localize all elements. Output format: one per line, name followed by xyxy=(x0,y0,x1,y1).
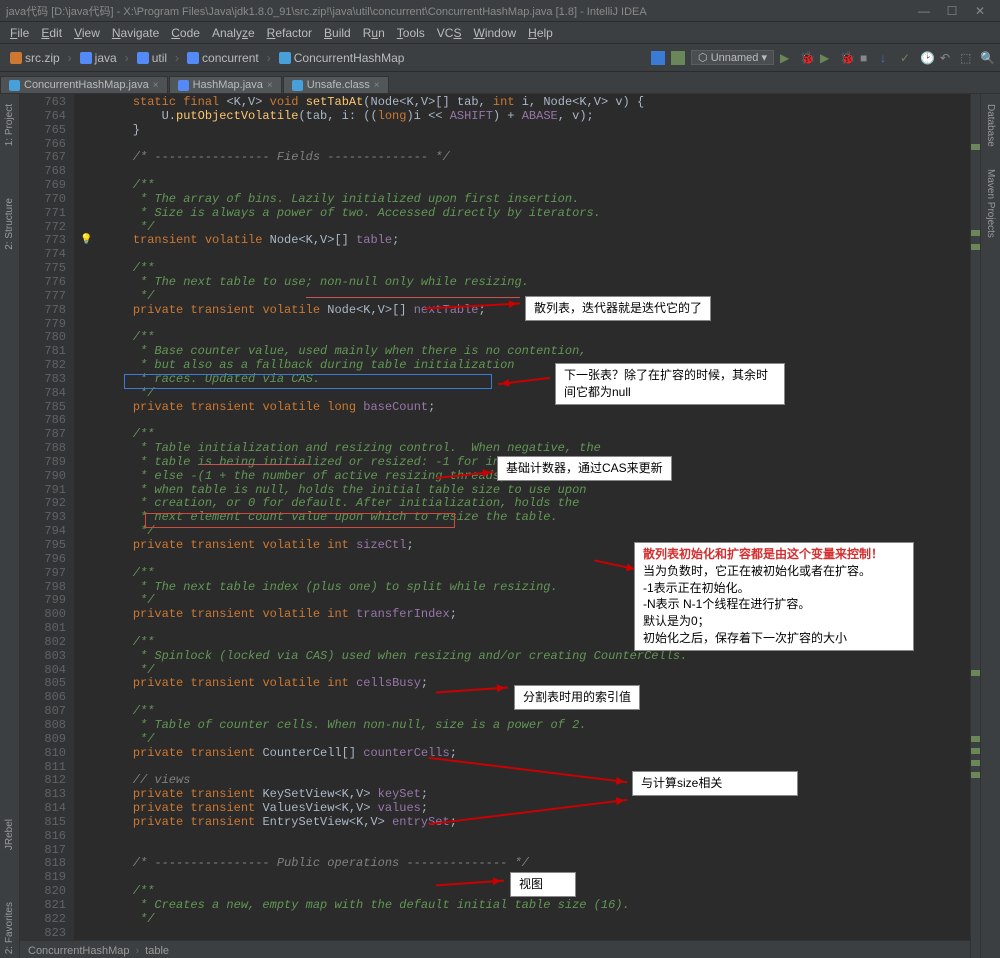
tool-jrebel[interactable]: JRebel xyxy=(4,813,15,856)
gutter: 7637647657667677687697707717727737747757… xyxy=(20,94,74,940)
tool-database[interactable]: Database xyxy=(985,98,996,153)
annotation: 与计算size相关 xyxy=(632,771,798,796)
annotation-line: 初始化之后，保存着下一次扩容的大小 xyxy=(643,630,905,647)
package-icon xyxy=(137,52,149,64)
menu-analyze[interactable]: Analyze xyxy=(206,26,261,40)
run-icon[interactable]: ▶ xyxy=(780,51,794,65)
menu-edit[interactable]: Edit xyxy=(35,26,68,40)
minimize-button[interactable]: — xyxy=(910,4,938,18)
structure-icon[interactable]: ⬚ xyxy=(960,51,974,65)
annotation-line: 默认是为0； xyxy=(643,613,905,630)
menu-refactor[interactable]: Refactor xyxy=(261,26,318,40)
navigation-bar: src.zip › java › util › concurrent › Con… xyxy=(0,44,1000,72)
menu-help[interactable]: Help xyxy=(522,26,559,40)
code-editor[interactable]: 7637647657667677687697707717727737747757… xyxy=(20,94,970,940)
breadcrumb-concurrent[interactable]: concurrent xyxy=(183,50,263,66)
breadcrumb-util[interactable]: util xyxy=(133,50,171,66)
annotation-line: -N表示 N-1个线程在进行扩容。 xyxy=(643,596,905,613)
annotation: 视图 xyxy=(510,872,576,897)
editor-tabs: ConcurrentHashMap.java× HashMap.java× Un… xyxy=(0,72,1000,94)
stop-icon[interactable]: ■ xyxy=(860,51,874,65)
underline xyxy=(201,464,311,465)
jrebel-cloud-icon[interactable] xyxy=(671,51,685,65)
toolbar-icons: ⬡ Unnamed ▾ ▶ 🐞 ▶ 🐞 ■ ↓ ✓ 🕑 ↶ ⬚ 🔍 xyxy=(651,50,994,65)
class-icon xyxy=(9,80,20,91)
close-tab-icon[interactable]: × xyxy=(374,80,380,91)
run-config-selector[interactable]: ⬡ Unnamed ▾ xyxy=(691,50,774,65)
tab-unsafe[interactable]: Unsafe.class× xyxy=(283,76,389,93)
editor-wrap: 7637647657667677687697707717727737747757… xyxy=(20,94,970,958)
menu-view[interactable]: View xyxy=(68,26,106,40)
vcs-revert-icon[interactable]: ↶ xyxy=(940,51,954,65)
menu-tools[interactable]: Tools xyxy=(391,26,431,40)
crumb-class[interactable]: ConcurrentHashMap xyxy=(28,945,130,957)
annotation: 基础计数器，通过CAS来更新 xyxy=(497,456,672,481)
error-stripe[interactable] xyxy=(970,94,980,958)
main-area: 1: Project 2: Structure JRebel 2: Favori… xyxy=(0,94,1000,958)
tab-hashmap[interactable]: HashMap.java× xyxy=(169,76,282,93)
highlight-box xyxy=(124,374,492,389)
vcs-commit-icon[interactable]: ✓ xyxy=(900,51,914,65)
tool-maven[interactable]: Maven Projects xyxy=(985,163,996,244)
right-tool-strip: Database Maven Projects xyxy=(980,94,1000,958)
tab-concurrenthashmap[interactable]: ConcurrentHashMap.java× xyxy=(0,76,168,93)
annotation-line: -1表示正在初始化。 xyxy=(643,580,905,597)
structure-breadcrumb: ConcurrentHashMap › table xyxy=(20,940,970,958)
archive-icon xyxy=(10,52,22,64)
menu-navigate[interactable]: Navigate xyxy=(106,26,165,40)
breadcrumb-class[interactable]: ConcurrentHashMap xyxy=(275,50,409,66)
close-button[interactable]: ✕ xyxy=(966,4,994,18)
class-icon xyxy=(292,80,303,91)
annotation-line: 当为负数时，它正在被初始化或者在扩容。 xyxy=(643,563,905,580)
vcs-history-icon[interactable]: 🕑 xyxy=(920,51,934,65)
crumb-member[interactable]: table xyxy=(145,945,169,957)
menu-code[interactable]: Code xyxy=(165,26,206,40)
debug-icon[interactable]: 🐞 xyxy=(800,51,814,65)
menu-window[interactable]: Window xyxy=(467,26,522,40)
tool-favorites[interactable]: 2: Favorites xyxy=(4,896,15,958)
annotation: 下一张表？除了在扩容的时候，其余时间它都为null xyxy=(555,363,785,405)
highlight-box xyxy=(145,513,455,528)
title-bar: java代码 [D:\java代码] - X:\Program Files\Ja… xyxy=(0,0,1000,22)
jrebel-icon[interactable] xyxy=(651,51,665,65)
class-icon xyxy=(178,80,189,91)
window-title: java代码 [D:\java代码] - X:\Program Files\Ja… xyxy=(6,3,910,19)
annotation: 散列表，迭代器就是迭代它的了 xyxy=(525,296,711,321)
maximize-button[interactable]: ☐ xyxy=(938,4,966,18)
annotation-line: 散列表初始化和扩容都是由这个变量来控制！ xyxy=(643,546,905,563)
menu-bar: File Edit View Navigate Code Analyze Ref… xyxy=(0,22,1000,44)
menu-run[interactable]: Run xyxy=(357,26,391,40)
run2-icon[interactable]: ▶ xyxy=(820,51,834,65)
annotation: 分割表时用的索引值 xyxy=(514,685,640,710)
close-tab-icon[interactable]: × xyxy=(267,80,273,91)
package-icon xyxy=(187,52,199,64)
annotation: 散列表初始化和扩容都是由这个变量来控制！ 当为负数时，它正在被初始化或者在扩容。… xyxy=(634,542,914,651)
underline xyxy=(306,297,520,298)
tool-structure[interactable]: 2: Structure xyxy=(4,192,15,256)
menu-vcs[interactable]: VCS xyxy=(431,26,468,40)
class-icon xyxy=(279,52,291,64)
tool-project[interactable]: 1: Project xyxy=(4,98,15,152)
menu-file[interactable]: File xyxy=(4,26,35,40)
package-icon xyxy=(80,52,92,64)
chevron-right-icon: › xyxy=(136,945,140,957)
breadcrumb-java[interactable]: java xyxy=(76,50,121,66)
debug2-icon[interactable]: 🐞 xyxy=(840,51,854,65)
vcs-update-icon[interactable]: ↓ xyxy=(880,51,894,65)
left-tool-strip: 1: Project 2: Structure JRebel 2: Favori… xyxy=(0,94,20,958)
search-icon[interactable]: 🔍 xyxy=(980,51,994,65)
menu-build[interactable]: Build xyxy=(318,26,357,40)
breadcrumb-srczip[interactable]: src.zip xyxy=(6,50,64,66)
close-tab-icon[interactable]: × xyxy=(153,80,159,91)
